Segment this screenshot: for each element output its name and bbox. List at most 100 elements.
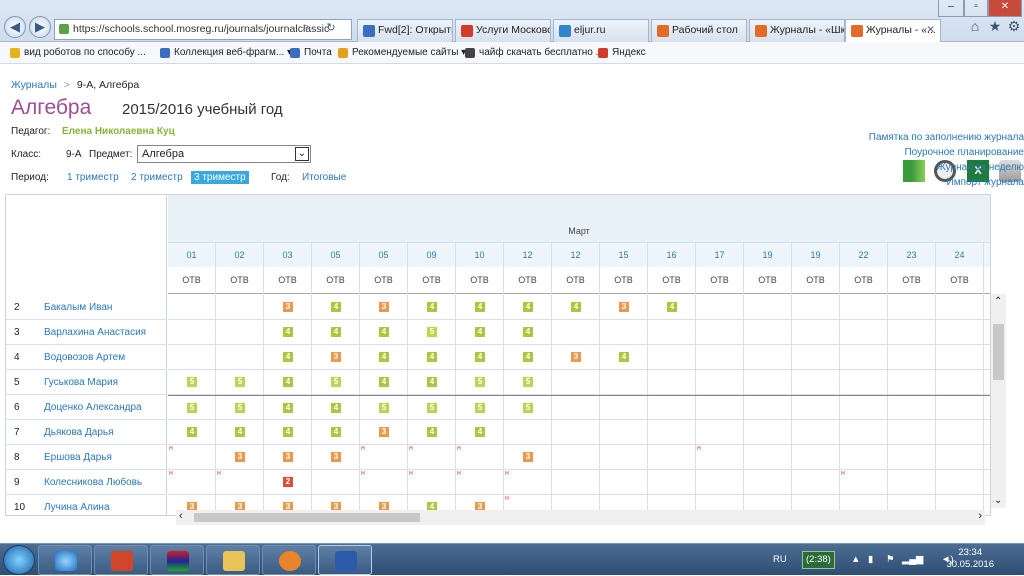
breadcrumb-root-link[interactable]: Журналы bbox=[11, 79, 57, 91]
mark-cell[interactable] bbox=[552, 320, 600, 345]
clock[interactable]: 23:34 30.05.2016 bbox=[946, 547, 994, 571]
mark-cell[interactable]: н bbox=[360, 445, 408, 470]
day-header[interactable]: 15 bbox=[600, 243, 648, 267]
mark-cell[interactable]: 3 bbox=[504, 445, 552, 470]
network-icon[interactable]: ▂▄▆ bbox=[902, 544, 923, 576]
tray-arrow-icon[interactable]: ▲ bbox=[851, 544, 860, 576]
mark-cell[interactable]: 4 bbox=[552, 295, 600, 320]
mark-cell[interactable] bbox=[216, 320, 264, 345]
mark-cell[interactable] bbox=[600, 445, 648, 470]
mark-cell[interactable]: 4 bbox=[504, 345, 552, 370]
mark-cell[interactable]: н bbox=[456, 445, 504, 470]
mark-cell[interactable]: 4 bbox=[408, 295, 456, 320]
day-header[interactable]: 01 bbox=[168, 243, 216, 267]
mark-cell[interactable] bbox=[648, 370, 696, 395]
student-name-link[interactable]: Бакалым Иван bbox=[44, 295, 112, 320]
taskbar-word[interactable] bbox=[318, 545, 372, 575]
mark-cell[interactable]: 5 bbox=[504, 396, 552, 421]
mark-cell[interactable] bbox=[888, 345, 936, 370]
star-icon[interactable]: ★ bbox=[986, 18, 1004, 36]
gear-icon[interactable]: ⚙ bbox=[1005, 18, 1023, 36]
mark-cell[interactable] bbox=[600, 370, 648, 395]
mark-cell[interactable] bbox=[792, 345, 840, 370]
student-name-link[interactable]: Ершова Дарья bbox=[44, 445, 112, 470]
minimize-button[interactable]: – bbox=[938, 0, 964, 17]
mark-cell[interactable]: 4 bbox=[216, 420, 264, 445]
mark-cell[interactable]: 4 bbox=[312, 295, 360, 320]
day-header[interactable]: 16 bbox=[648, 243, 696, 267]
browser-tab-1[interactable]: Fwd[2]: Открыты... bbox=[357, 19, 453, 42]
mark-cell[interactable] bbox=[840, 345, 888, 370]
mark-cell[interactable]: 4 bbox=[264, 420, 312, 445]
mark-cell[interactable]: 4 bbox=[504, 320, 552, 345]
browser-tab-4[interactable]: Рабочий стол bbox=[651, 19, 747, 42]
mark-cell[interactable]: 5 bbox=[504, 370, 552, 395]
mark-cell[interactable] bbox=[936, 345, 984, 370]
mark-cell[interactable]: 4 bbox=[360, 370, 408, 395]
mark-cell[interactable] bbox=[648, 470, 696, 495]
search-icon[interactable]: ⌕ bbox=[297, 21, 315, 39]
mark-cell[interactable]: 5 bbox=[168, 370, 216, 395]
mark-cell[interactable] bbox=[888, 420, 936, 445]
mark-cell[interactable]: 4 bbox=[408, 345, 456, 370]
mark-cell[interactable] bbox=[696, 470, 744, 495]
mark-cell[interactable]: 4 bbox=[504, 295, 552, 320]
mark-cell[interactable]: 4 bbox=[456, 345, 504, 370]
mark-cell[interactable] bbox=[840, 420, 888, 445]
close-tab-icon[interactable]: ✕ bbox=[926, 20, 935, 41]
mark-cell[interactable] bbox=[888, 396, 936, 421]
browser-tab-3[interactable]: eljur.ru bbox=[553, 19, 649, 42]
mark-cell[interactable] bbox=[792, 445, 840, 470]
favorite-item-2[interactable]: Коллекция веб-фрагм... ▾ bbox=[160, 42, 292, 63]
mark-cell[interactable] bbox=[792, 470, 840, 495]
mark-cell[interactable] bbox=[888, 445, 936, 470]
mark-cell[interactable] bbox=[168, 295, 216, 320]
day-header[interactable]: 09 bbox=[408, 243, 456, 267]
mark-cell[interactable] bbox=[936, 445, 984, 470]
import-journal-link[interactable]: Импорт журнала bbox=[824, 177, 1024, 188]
mark-cell[interactable]: 4 bbox=[600, 345, 648, 370]
mark-cell[interactable]: 5 bbox=[360, 396, 408, 421]
favorite-item-5[interactable]: чайф скачать бесплатно ... bbox=[465, 42, 604, 63]
mark-cell[interactable]: 5 bbox=[168, 396, 216, 421]
student-name-link[interactable]: Лучина Алина bbox=[44, 495, 110, 515]
student-name-link[interactable]: Дьякова Дарья bbox=[44, 420, 114, 445]
mark-cell[interactable] bbox=[600, 420, 648, 445]
mark-cell[interactable]: 3 bbox=[360, 420, 408, 445]
mark-cell[interactable] bbox=[792, 420, 840, 445]
browser-tab-6[interactable]: Журналы - «... ✕ bbox=[845, 19, 941, 43]
mark-cell[interactable]: 3 bbox=[600, 295, 648, 320]
taskbar-media[interactable] bbox=[262, 545, 316, 575]
browser-tab-5[interactable]: Журналы - «Шк... bbox=[749, 19, 845, 42]
mark-cell[interactable] bbox=[936, 396, 984, 421]
period-tab-2[interactable]: 2 триместр bbox=[131, 172, 183, 183]
mark-cell[interactable]: н bbox=[408, 445, 456, 470]
student-name-link[interactable]: Гуськова Мария bbox=[44, 370, 118, 395]
mark-cell[interactable] bbox=[696, 396, 744, 421]
mark-cell[interactable] bbox=[696, 420, 744, 445]
mark-cell[interactable] bbox=[696, 320, 744, 345]
mark-cell[interactable] bbox=[744, 345, 792, 370]
year-final-link[interactable]: Итоговые bbox=[302, 172, 346, 183]
mark-cell[interactable]: 4 bbox=[408, 370, 456, 395]
scroll-down-icon[interactable]: ⌄ bbox=[994, 495, 1002, 506]
mark-cell[interactable]: н bbox=[504, 470, 552, 495]
mark-cell[interactable] bbox=[888, 320, 936, 345]
lesson-planning-link[interactable]: Поурочное планирование bbox=[824, 147, 1024, 158]
home-icon[interactable]: ⌂ bbox=[966, 18, 984, 36]
student-name-link[interactable]: Колесникова Любовь bbox=[44, 470, 142, 495]
mark-cell[interactable]: 4 bbox=[264, 370, 312, 395]
mark-cell[interactable] bbox=[744, 370, 792, 395]
mark-cell[interactable]: н bbox=[168, 470, 216, 495]
favorite-item-3[interactable]: Почта bbox=[290, 42, 332, 63]
mark-cell[interactable] bbox=[744, 295, 792, 320]
mark-cell[interactable]: 5 bbox=[312, 370, 360, 395]
battery-icon[interactable]: ▮ bbox=[868, 544, 873, 576]
vertical-scrollbar[interactable]: ⌃ ⌄ bbox=[991, 294, 1006, 508]
mark-cell[interactable]: н bbox=[408, 470, 456, 495]
flag-icon[interactable]: ⚑ bbox=[886, 544, 895, 576]
mark-cell[interactable] bbox=[744, 445, 792, 470]
mark-cell[interactable] bbox=[840, 295, 888, 320]
mark-cell[interactable] bbox=[792, 295, 840, 320]
day-header[interactable]: 12 bbox=[552, 243, 600, 267]
